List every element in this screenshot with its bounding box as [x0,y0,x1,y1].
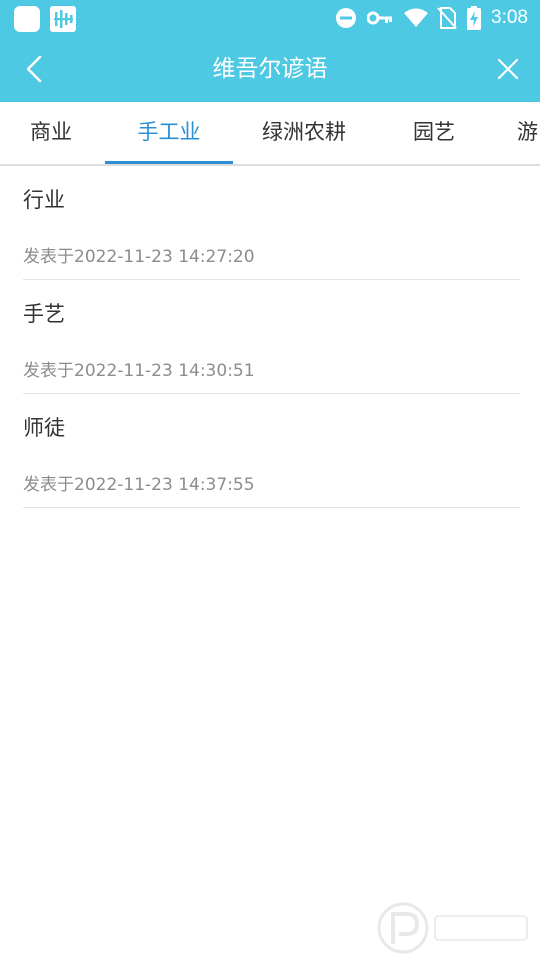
key-icon [367,10,393,26]
wifi-icon [403,8,429,28]
status-time: 3:08 [491,7,528,28]
item-date: 发表于2022-11-23 14:27:20 [23,247,255,267]
tab-oasis-farming[interactable]: 绿洲农耕 [262,102,346,164]
tab-handicraft[interactable]: 手工业 [105,102,233,164]
article-list: 行业 发表于2022-11-23 14:27:20 手艺 发表于2022-11-… [0,166,540,508]
item-date: 发表于2022-11-23 14:30:51 [23,361,255,381]
list-item[interactable]: 师徒 发表于2022-11-23 14:37:55 [23,394,520,508]
item-title: 手艺 [23,302,65,326]
watermark-logo-icon [375,900,535,956]
do-not-disturb-icon [335,7,357,29]
status-bar: 3:08 [0,0,540,36]
close-icon [497,58,519,80]
back-button[interactable] [14,49,54,89]
app-bars-icon [50,6,76,32]
page-title: 维吾尔谚语 [212,56,328,82]
title-bar: 维吾尔谚语 [0,36,540,102]
tab-indicator [105,161,233,164]
app-header: 3:08 维吾尔谚语 [0,0,540,102]
back-chevron-icon [26,55,42,83]
tab-gardening[interactable]: 园艺 [413,102,455,164]
app-icon [14,6,40,32]
item-title: 师徒 [23,416,65,440]
category-tabs: 商业 手工业 绿洲农耕 园艺 游 [0,102,540,166]
item-date: 发表于2022-11-23 14:37:55 [23,475,255,495]
list-item[interactable]: 行业 发表于2022-11-23 14:27:20 [23,166,520,280]
no-sim-icon [437,7,457,29]
list-item[interactable]: 手艺 发表于2022-11-23 14:30:51 [23,280,520,394]
battery-charging-icon [467,6,482,30]
tab-more[interactable]: 游 [517,102,538,164]
item-title: 行业 [23,188,65,212]
close-button[interactable] [488,49,528,89]
tab-commerce[interactable]: 商业 [30,102,72,164]
